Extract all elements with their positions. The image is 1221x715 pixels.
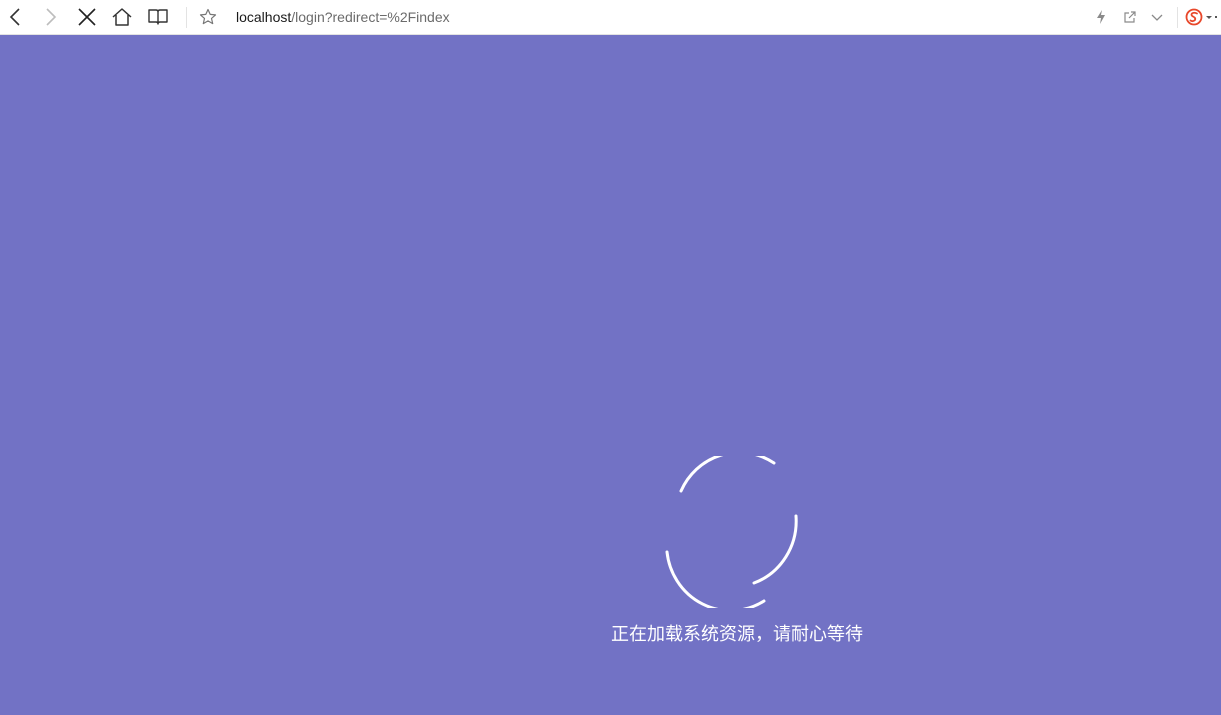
chevron-right-icon: [46, 8, 57, 26]
toolbar-divider-right: [1177, 7, 1178, 28]
browser-toolbar: localhost/login?redirect=%2Findex: [0, 0, 1221, 35]
sogou-icon: [1185, 8, 1217, 26]
toolbar-divider: [186, 7, 187, 28]
bookmark-button[interactable]: [195, 4, 221, 30]
url-host: localhost: [236, 9, 292, 25]
loading-message: 正在加载系统资源，请耐心等待: [611, 624, 863, 645]
back-button[interactable]: [3, 4, 29, 30]
address-bar-url[interactable]: localhost/login?redirect=%2Findex: [236, 9, 450, 26]
home-icon: [112, 8, 132, 26]
chevron-down-icon: [1151, 14, 1163, 21]
sogou-extension-button[interactable]: [1181, 4, 1221, 30]
chevron-left-icon: [9, 8, 20, 26]
star-icon: [199, 8, 217, 25]
forward-button[interactable]: [37, 4, 63, 30]
menu-dropdown-button[interactable]: [1144, 4, 1170, 30]
stop-button[interactable]: [74, 4, 100, 30]
spinner-arc-right: [752, 514, 798, 585]
flash-button[interactable]: [1088, 4, 1114, 30]
close-icon: [78, 8, 96, 26]
book-icon: [148, 9, 168, 25]
home-button[interactable]: [109, 4, 135, 30]
spinner-arc-bottom: [665, 550, 766, 608]
share-icon: [1124, 11, 1136, 23]
reading-mode-button[interactable]: [145, 4, 171, 30]
lightning-icon: [1097, 10, 1105, 24]
url-path: /login?redirect=%2Findex: [291, 9, 450, 25]
spinner-arc-top: [679, 456, 776, 493]
loading-spinner: [665, 456, 798, 608]
share-button[interactable]: [1117, 4, 1143, 30]
loading-page: 正在加载系统资源，请耐心等待: [0, 35, 1221, 715]
